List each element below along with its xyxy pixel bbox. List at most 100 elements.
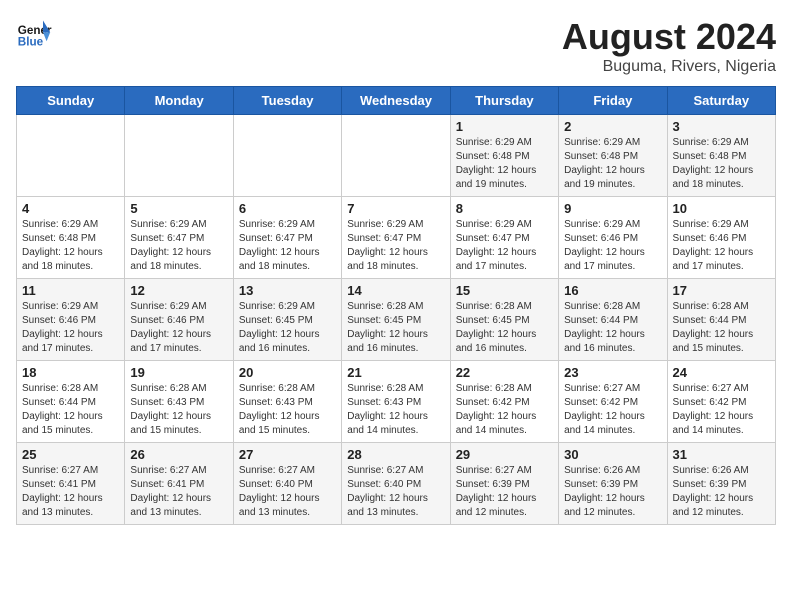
calendar-cell: 16 Sunrise: 6:28 AM Sunset: 6:44 PM Dayli… [559, 279, 667, 361]
calendar-cell: 20 Sunrise: 6:28 AM Sunset: 6:43 PM Dayli… [233, 361, 341, 443]
day-number: 30 [564, 447, 661, 462]
day-info: Sunrise: 6:29 AM Sunset: 6:48 PM Dayligh… [673, 136, 770, 192]
day-number: 9 [564, 201, 661, 216]
day-number: 31 [673, 447, 770, 462]
day-number: 25 [22, 447, 119, 462]
calendar-cell: 26 Sunrise: 6:27 AM Sunset: 6:41 PM Dayli… [125, 443, 233, 525]
calendar-week-1: 1 Sunrise: 6:29 AM Sunset: 6:48 PM Daylig… [17, 115, 776, 197]
day-number: 20 [239, 365, 336, 380]
calendar-cell: 2Sunrise: 6:29 AM Sunset: 6:48 PM Daylig… [559, 115, 667, 197]
day-number: 8 [456, 201, 553, 216]
calendar-cell [233, 115, 341, 197]
day-info: Sunrise: 6:28 AM Sunset: 6:44 PM Dayligh… [673, 300, 770, 356]
svg-text:Blue: Blue [18, 36, 44, 49]
day-info: Sunrise: 6:28 AM Sunset: 6:45 PM Dayligh… [347, 300, 444, 356]
calendar-week-4: 18Sunrise: 6:28 AM Sunset: 6:44 PM Dayli… [17, 361, 776, 443]
day-info: Sunrise: 6:29 AM Sunset: 6:45 PM Dayligh… [239, 300, 336, 356]
day-number: 12 [130, 283, 227, 298]
weekday-header-wednesday: Wednesday [342, 87, 450, 115]
day-info: Sunrise: 6:29 AM Sunset: 6:47 PM Dayligh… [456, 218, 553, 274]
calendar-cell: 1 Sunrise: 6:29 AM Sunset: 6:48 PM Daylig… [450, 115, 558, 197]
calendar-week-3: 11 Sunrise: 6:29 AM Sunset: 6:46 PM Dayli… [17, 279, 776, 361]
day-number: 18 [22, 365, 119, 380]
day-info: Sunrise: 6:26 AM Sunset: 6:39 PM Dayligh… [564, 464, 661, 520]
day-number: 24 [673, 365, 770, 380]
day-number: 21 [347, 365, 444, 380]
title-block: August 2024 Buguma, Rivers, Nigeria [562, 16, 776, 76]
calendar-cell: 25 Sunrise: 6:27 AM Sunset: 6:41 PM Dayli… [17, 443, 125, 525]
day-number: 6 [239, 201, 336, 216]
calendar-cell: 8 Sunrise: 6:29 AM Sunset: 6:47 PM Daylig… [450, 197, 558, 279]
day-info: Sunrise: 6:28 AM Sunset: 6:43 PM Dayligh… [347, 382, 444, 438]
day-info: Sunrise: 6:29 AM Sunset: 6:48 PM Dayligh… [22, 218, 119, 274]
day-number: 29 [456, 447, 553, 462]
day-info: Sunrise: 6:29 AM Sunset: 6:47 PM Dayligh… [239, 218, 336, 274]
day-number: 10 [673, 201, 770, 216]
day-info: Sunrise: 6:29 AM Sunset: 6:48 PM Dayligh… [456, 136, 553, 192]
calendar-cell: 17Sunrise: 6:28 AM Sunset: 6:44 PM Dayli… [667, 279, 775, 361]
page-header: General Blue August 2024 Buguma, Rivers,… [16, 16, 776, 76]
calendar-cell: 9 Sunrise: 6:29 AM Sunset: 6:46 PM Daylig… [559, 197, 667, 279]
weekday-header-sunday: Sunday [17, 87, 125, 115]
calendar-week-5: 25 Sunrise: 6:27 AM Sunset: 6:41 PM Dayli… [17, 443, 776, 525]
day-number: 16 [564, 283, 661, 298]
calendar-cell: 28 Sunrise: 6:27 AM Sunset: 6:40 PM Dayli… [342, 443, 450, 525]
calendar-cell: 5Sunrise: 6:29 AM Sunset: 6:47 PM Daylig… [125, 197, 233, 279]
day-number: 3 [673, 119, 770, 134]
day-info: Sunrise: 6:28 AM Sunset: 6:44 PM Dayligh… [564, 300, 661, 356]
day-number: 14 [347, 283, 444, 298]
calendar-cell [125, 115, 233, 197]
calendar-cell: 18Sunrise: 6:28 AM Sunset: 6:44 PM Dayli… [17, 361, 125, 443]
calendar-cell [342, 115, 450, 197]
day-info: Sunrise: 6:29 AM Sunset: 6:48 PM Dayligh… [564, 136, 661, 192]
logo-icon: General Blue [16, 16, 52, 52]
calendar-cell: 21 Sunrise: 6:28 AM Sunset: 6:43 PM Dayli… [342, 361, 450, 443]
day-info: Sunrise: 6:27 AM Sunset: 6:42 PM Dayligh… [673, 382, 770, 438]
calendar-header-row: SundayMondayTuesdayWednesdayThursdayFrid… [17, 87, 776, 115]
calendar-cell: 13 Sunrise: 6:29 AM Sunset: 6:45 PM Dayli… [233, 279, 341, 361]
weekday-header-friday: Friday [559, 87, 667, 115]
calendar-cell [17, 115, 125, 197]
calendar-cell: 31 Sunrise: 6:26 AM Sunset: 6:39 PM Dayli… [667, 443, 775, 525]
day-number: 1 [456, 119, 553, 134]
calendar-cell: 24 Sunrise: 6:27 AM Sunset: 6:42 PM Dayli… [667, 361, 775, 443]
day-info: Sunrise: 6:28 AM Sunset: 6:43 PM Dayligh… [239, 382, 336, 438]
day-info: Sunrise: 6:29 AM Sunset: 6:47 PM Dayligh… [130, 218, 227, 274]
day-info: Sunrise: 6:29 AM Sunset: 6:46 PM Dayligh… [564, 218, 661, 274]
calendar-cell: 12 Sunrise: 6:29 AM Sunset: 6:46 PM Dayli… [125, 279, 233, 361]
page-title: August 2024 [562, 16, 776, 58]
day-info: Sunrise: 6:29 AM Sunset: 6:46 PM Dayligh… [22, 300, 119, 356]
day-number: 11 [22, 283, 119, 298]
day-number: 7 [347, 201, 444, 216]
day-info: Sunrise: 6:29 AM Sunset: 6:46 PM Dayligh… [130, 300, 227, 356]
calendar-cell: 4Sunrise: 6:29 AM Sunset: 6:48 PM Daylig… [17, 197, 125, 279]
day-info: Sunrise: 6:27 AM Sunset: 6:41 PM Dayligh… [130, 464, 227, 520]
day-info: Sunrise: 6:27 AM Sunset: 6:42 PM Dayligh… [564, 382, 661, 438]
calendar-cell: 6 Sunrise: 6:29 AM Sunset: 6:47 PM Daylig… [233, 197, 341, 279]
day-info: Sunrise: 6:26 AM Sunset: 6:39 PM Dayligh… [673, 464, 770, 520]
day-number: 19 [130, 365, 227, 380]
day-info: Sunrise: 6:29 AM Sunset: 6:46 PM Dayligh… [673, 218, 770, 274]
day-number: 26 [130, 447, 227, 462]
logo: General Blue [16, 16, 52, 52]
day-info: Sunrise: 6:27 AM Sunset: 6:40 PM Dayligh… [347, 464, 444, 520]
day-info: Sunrise: 6:27 AM Sunset: 6:40 PM Dayligh… [239, 464, 336, 520]
calendar-cell: 11 Sunrise: 6:29 AM Sunset: 6:46 PM Dayli… [17, 279, 125, 361]
calendar-cell: 3 Sunrise: 6:29 AM Sunset: 6:48 PM Daylig… [667, 115, 775, 197]
day-info: Sunrise: 6:27 AM Sunset: 6:39 PM Dayligh… [456, 464, 553, 520]
day-info: Sunrise: 6:27 AM Sunset: 6:41 PM Dayligh… [22, 464, 119, 520]
day-number: 28 [347, 447, 444, 462]
day-number: 27 [239, 447, 336, 462]
day-number: 13 [239, 283, 336, 298]
day-info: Sunrise: 6:28 AM Sunset: 6:43 PM Dayligh… [130, 382, 227, 438]
day-number: 22 [456, 365, 553, 380]
page-subtitle: Buguma, Rivers, Nigeria [562, 58, 776, 76]
calendar-cell: 29 Sunrise: 6:27 AM Sunset: 6:39 PM Dayli… [450, 443, 558, 525]
calendar-table: SundayMondayTuesdayWednesdayThursdayFrid… [16, 86, 776, 525]
weekday-header-tuesday: Tuesday [233, 87, 341, 115]
day-info: Sunrise: 6:28 AM Sunset: 6:45 PM Dayligh… [456, 300, 553, 356]
calendar-week-2: 4Sunrise: 6:29 AM Sunset: 6:48 PM Daylig… [17, 197, 776, 279]
calendar-cell: 14 Sunrise: 6:28 AM Sunset: 6:45 PM Dayli… [342, 279, 450, 361]
weekday-header-thursday: Thursday [450, 87, 558, 115]
day-info: Sunrise: 6:28 AM Sunset: 6:42 PM Dayligh… [456, 382, 553, 438]
